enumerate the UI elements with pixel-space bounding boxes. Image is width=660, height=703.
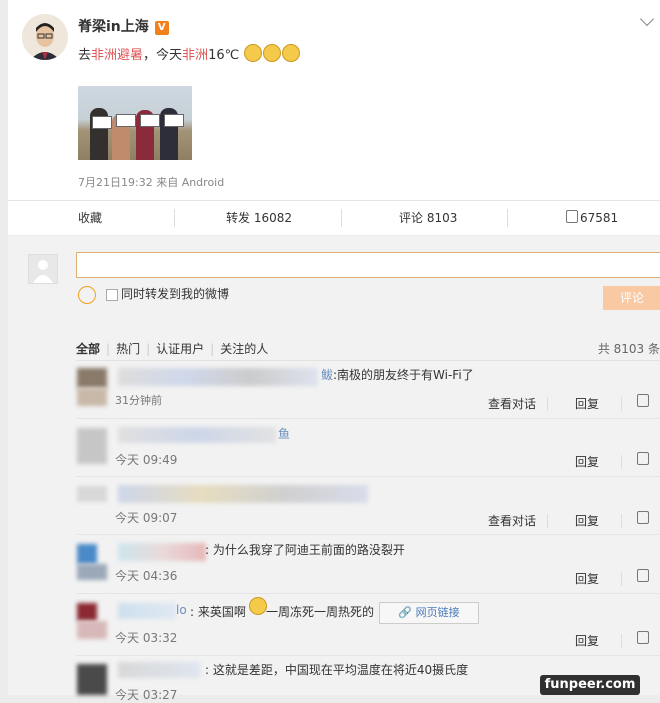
comment-text-continued: 一周冻死一周热死的 [266, 605, 375, 619]
comment-time: 今天 04:36 [115, 569, 178, 583]
divider [76, 534, 660, 535]
action-bar: 收藏 转发 16082 评论 8103 67581 [8, 200, 660, 235]
web-link-button[interactable]: 🔗 网页链接 [379, 602, 479, 624]
repost-button[interactable]: 转发 16082 [226, 201, 292, 235]
reply-link[interactable]: 回复 [575, 570, 599, 587]
commenter-avatar[interactable] [77, 664, 107, 695]
post-text: 去非洲避暑，今天非洲16℃ [78, 44, 301, 63]
divider [621, 514, 622, 528]
divider [621, 455, 622, 469]
view-dialog-link[interactable]: 查看对话 [488, 395, 536, 412]
watermark: funpeer.com [540, 675, 640, 695]
thumbs-up-icon[interactable] [637, 631, 651, 647]
comment-input[interactable] [76, 252, 660, 278]
divider [341, 209, 342, 227]
divider [76, 418, 660, 419]
avatar-blur [77, 388, 107, 406]
filter-all[interactable]: 全部 [76, 342, 100, 356]
commenter-name-suffix[interactable]: lo [176, 603, 187, 617]
submit-comment-button[interactable]: 评论 [603, 286, 660, 310]
thumbs-up-icon[interactable] [637, 394, 651, 410]
commenter-name[interactable] [118, 485, 368, 503]
comment-time: 今天 09:49 [115, 453, 178, 467]
web-link-label[interactable]: 网页链接 [416, 606, 460, 619]
commenter-name[interactable] [118, 662, 200, 678]
divider [76, 593, 660, 594]
reply-link[interactable]: 回复 [575, 453, 599, 470]
comment-time: 31分钟前 [115, 394, 162, 407]
commenter-avatar[interactable] [77, 603, 97, 621]
thumbs-up-icon[interactable] [637, 569, 651, 585]
comment-total: 共 8103 条 [597, 342, 660, 356]
commenter-name-suffix[interactable]: 鱼 [278, 425, 290, 442]
divider [174, 209, 175, 227]
divider [76, 476, 660, 477]
avatar-blur [77, 564, 107, 580]
post-text-suffix: 16℃ [208, 48, 240, 63]
comment-text: :南极的朋友终于有Wi-Fi了 [333, 368, 474, 382]
my-avatar[interactable] [28, 254, 58, 284]
commenter-avatar[interactable] [77, 544, 97, 564]
divider [621, 634, 622, 648]
like-button[interactable]: 67581 [566, 201, 618, 235]
post-photo[interactable] [78, 86, 192, 160]
divider [547, 397, 548, 411]
like-count: 67581 [580, 211, 619, 225]
filter-following[interactable]: 关注的人 [220, 342, 268, 356]
reply-link[interactable]: 回复 [575, 632, 599, 649]
chevron-down-icon[interactable] [639, 11, 655, 27]
commenter-name-suffix[interactable]: 鲅 [321, 366, 333, 383]
laughing-emoji-icon [249, 597, 267, 615]
comment-filters: 全部 | 热门 | 认证用户 | 关注的人 [76, 342, 269, 356]
topic-link-summer[interactable]: 非洲避暑 [91, 48, 143, 63]
commenter-name[interactable] [118, 603, 176, 619]
post-text-prefix: 去 [78, 48, 92, 63]
post-card: 脊梁in上海 V 去非洲避暑，今天非洲16℃ 7月21日19:32 来自 Andr… [8, 0, 660, 200]
post-text-mid: ，今天 [143, 48, 183, 63]
favorite-button[interactable]: 收藏 [78, 201, 102, 235]
topic-link-africa[interactable]: 非洲 [182, 48, 208, 63]
comment-button[interactable]: 评论 8103 [399, 201, 457, 235]
also-repost-label: 同时转发到我的微博 [121, 287, 230, 301]
avatar-blur [77, 621, 107, 639]
reply-link[interactable]: 回复 [575, 512, 599, 529]
comment-time: 今天 09:07 [115, 511, 178, 525]
verified-badge-icon: V [154, 21, 169, 35]
commenter-name[interactable] [118, 427, 276, 443]
divider [621, 397, 622, 411]
author-name[interactable]: 脊梁in上海 V [78, 16, 169, 36]
divider [621, 572, 622, 586]
commenter-avatar[interactable] [77, 428, 107, 464]
commenter-avatar[interactable] [77, 368, 107, 388]
divider [507, 209, 508, 227]
commenter-name[interactable] [118, 543, 206, 561]
also-repost-checkbox[interactable] [106, 289, 118, 301]
thumbs-up-icon [566, 210, 578, 223]
divider [76, 655, 660, 656]
post-meta: 7月21日19:32 来自 Android [78, 176, 225, 189]
divider [547, 514, 548, 528]
view-dialog-link[interactable]: 查看对话 [488, 512, 536, 529]
filter-hot[interactable]: 热门 [116, 342, 140, 356]
crying-emoji-icon [244, 44, 263, 62]
thumbs-up-icon[interactable] [637, 452, 651, 468]
crying-emoji-icon [263, 44, 282, 62]
commenter-name[interactable] [118, 368, 318, 386]
reply-link[interactable]: 回复 [575, 395, 599, 412]
comment-time: 今天 03:32 [115, 631, 178, 645]
comment-text: : 来英国啊 [190, 605, 246, 619]
author-avatar[interactable] [22, 14, 68, 60]
commenter-avatar[interactable] [77, 486, 107, 502]
comment-text: : 这就是差距，中国现在平均温度在将近40摄氏度 [205, 663, 469, 677]
divider [76, 360, 660, 361]
filter-verified[interactable]: 认证用户 [156, 342, 204, 356]
crying-emoji-icon [282, 44, 301, 62]
author-name-text[interactable]: 脊梁in上海 [78, 19, 149, 35]
emoji-smile-icon[interactable] [78, 286, 96, 304]
thumbs-up-icon[interactable] [637, 511, 651, 527]
comment-text: : 为什么我穿了阿迪王前面的路没裂开 [205, 543, 405, 557]
